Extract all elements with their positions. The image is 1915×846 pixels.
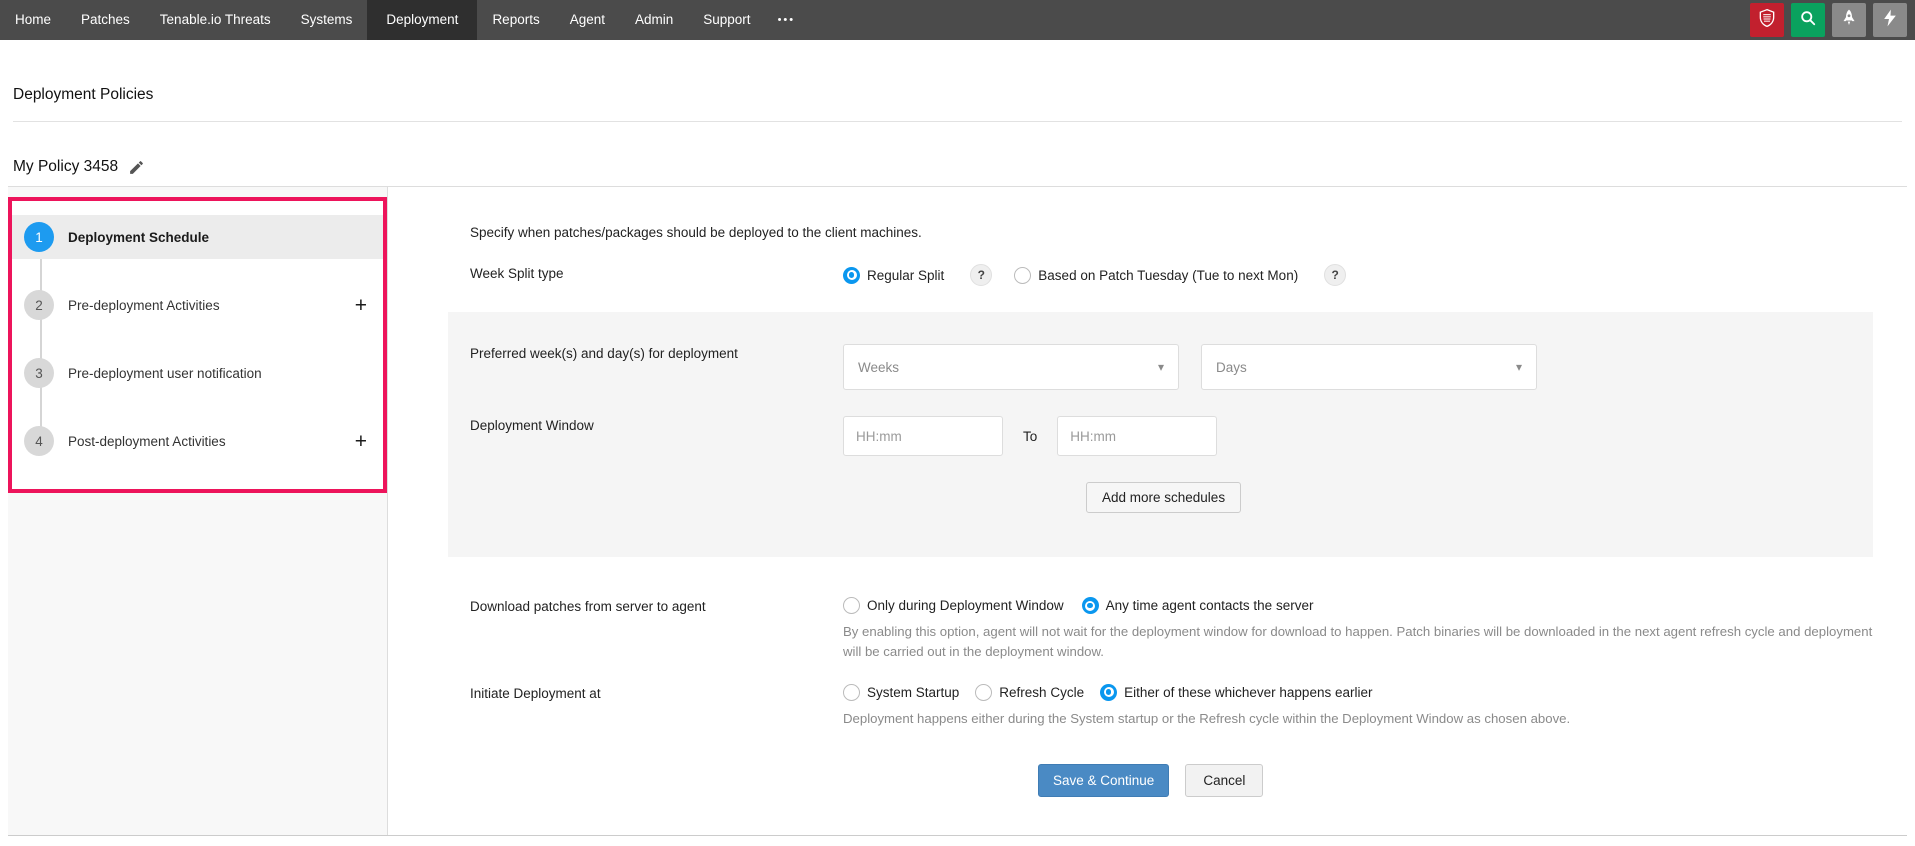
shield-icon — [1757, 8, 1777, 33]
steps-highlight-panel: 1 Deployment Schedule 2 Pre-deployment A… — [8, 197, 387, 493]
help-icon[interactable]: ? — [1324, 264, 1346, 286]
step-post-deployment-activities[interactable]: 4 Post-deployment Activities + — [12, 419, 383, 463]
step-number-badge: 1 — [24, 222, 54, 252]
step-pre-deployment-user-notification[interactable]: 3 Pre-deployment user notification — [12, 351, 383, 395]
radio-patch-tuesday[interactable]: Based on Patch Tuesday (Tue to next Mon) — [1014, 267, 1298, 284]
preferred-week-day-label: Preferred week(s) and day(s) for deploym… — [448, 344, 843, 361]
nav-icon-tray — [1750, 0, 1915, 40]
step-label: Deployment Schedule — [68, 230, 209, 245]
search-button[interactable] — [1791, 3, 1825, 37]
page-header: Deployment Policies — [0, 40, 1915, 122]
save-continue-button[interactable]: Save & Continue — [1038, 764, 1169, 797]
step-label: Pre-deployment Activities — [68, 298, 220, 313]
initiate-deployment-label: Initiate Deployment at — [448, 684, 843, 701]
radio-selected-icon[interactable] — [843, 267, 860, 284]
download-patches-label: Download patches from server to agent — [448, 597, 843, 614]
schedule-panel: Preferred week(s) and day(s) for deploym… — [448, 312, 1873, 557]
window-to-label: To — [1023, 429, 1037, 444]
nav-item-admin[interactable]: Admin — [620, 0, 688, 40]
radio-label: Only during Deployment Window — [867, 598, 1064, 613]
download-helper-text: By enabling this option, agent will not … — [843, 622, 1873, 662]
days-dropdown[interactable]: Days ▾ — [1201, 344, 1537, 390]
radio-unselected-icon[interactable] — [975, 684, 992, 701]
days-dropdown-value: Days — [1216, 360, 1247, 375]
steps-sidebar: 1 Deployment Schedule 2 Pre-deployment A… — [8, 187, 388, 835]
nav-item-agent[interactable]: Agent — [555, 0, 620, 40]
rocket-icon — [1839, 8, 1859, 33]
add-schedules-row: Add more schedules — [448, 482, 1873, 513]
step-number-badge: 4 — [24, 426, 54, 456]
radio-regular-split[interactable]: Regular Split — [843, 267, 944, 284]
security-shield-button[interactable] — [1750, 3, 1784, 37]
step-number-badge: 3 — [24, 358, 54, 388]
step-pre-deployment-activities[interactable]: 2 Pre-deployment Activities + — [12, 283, 383, 327]
add-icon[interactable]: + — [355, 295, 367, 316]
deployment-schedule-form: Specify when patches/packages should be … — [388, 187, 1907, 835]
help-icon[interactable]: ? — [970, 264, 992, 286]
page-title: Deployment Policies — [13, 86, 1902, 104]
weeks-dropdown-value: Weeks — [858, 360, 899, 375]
radio-only-during-window[interactable]: Only during Deployment Window — [843, 597, 1064, 614]
radio-label: Based on Patch Tuesday (Tue to next Mon) — [1038, 268, 1298, 283]
step-label: Pre-deployment user notification — [68, 366, 262, 381]
weeks-dropdown[interactable]: Weeks ▾ — [843, 344, 1179, 390]
radio-label: Any time agent contacts the server — [1106, 598, 1314, 613]
cancel-button[interactable]: Cancel — [1185, 764, 1263, 797]
nav-item-support[interactable]: Support — [688, 0, 765, 40]
title-divider — [13, 121, 1902, 122]
week-split-label: Week Split type — [448, 264, 843, 281]
radio-any-time-agent-contacts[interactable]: Any time agent contacts the server — [1082, 597, 1314, 614]
edit-policy-name-icon[interactable] — [128, 159, 145, 176]
form-actions: Save & Continue Cancel — [1038, 764, 1873, 797]
policy-name: My Policy 3458 — [13, 158, 118, 176]
nav-item-deployment[interactable]: Deployment — [367, 0, 477, 40]
policy-name-row: My Policy 3458 — [13, 158, 1902, 176]
radio-unselected-icon[interactable] — [843, 684, 860, 701]
radio-unselected-icon[interactable] — [843, 597, 860, 614]
top-nav: Home Patches Tenable.io Threats Systems … — [0, 0, 1915, 40]
chevron-down-icon: ▾ — [1516, 360, 1522, 374]
more-menu-icon[interactable]: ••• — [766, 0, 808, 40]
window-start-time-input[interactable] — [843, 416, 1003, 456]
window-end-time-input[interactable] — [1057, 416, 1217, 456]
deployment-window-row: Deployment Window To — [448, 416, 1873, 456]
search-icon — [1798, 8, 1818, 33]
policy-content: 1 Deployment Schedule 2 Pre-deployment A… — [8, 186, 1907, 836]
radio-system-startup[interactable]: System Startup — [843, 684, 959, 701]
radio-selected-icon[interactable] — [1082, 597, 1099, 614]
radio-either-earlier[interactable]: Either of these whichever happens earlie… — [1100, 684, 1372, 701]
nav-item-systems[interactable]: Systems — [286, 0, 368, 40]
add-more-schedules-button[interactable]: Add more schedules — [1086, 482, 1241, 513]
step-connector-line — [40, 237, 42, 441]
deployment-window-label: Deployment Window — [448, 416, 843, 433]
preferred-week-day-row: Preferred week(s) and day(s) for deploym… — [448, 344, 1873, 390]
form-intro-text: Specify when patches/packages should be … — [448, 225, 1873, 240]
quick-actions-button[interactable] — [1873, 3, 1907, 37]
add-icon[interactable]: + — [355, 431, 367, 452]
radio-selected-icon[interactable] — [1100, 684, 1117, 701]
radio-unselected-icon[interactable] — [1014, 267, 1031, 284]
nav-item-home[interactable]: Home — [0, 0, 66, 40]
radio-label: Refresh Cycle — [999, 685, 1084, 700]
radio-label: System Startup — [867, 685, 959, 700]
download-patches-row: Download patches from server to agent On… — [448, 597, 1873, 662]
radio-label: Regular Split — [867, 268, 944, 283]
nav-item-patches[interactable]: Patches — [66, 0, 145, 40]
initiate-deployment-row: Initiate Deployment at System Startup Re… — [448, 684, 1873, 729]
nav-item-reports[interactable]: Reports — [477, 0, 554, 40]
chevron-down-icon: ▾ — [1158, 360, 1164, 374]
initiate-helper-text: Deployment happens either during the Sys… — [843, 709, 1570, 729]
radio-label: Either of these whichever happens earlie… — [1124, 685, 1372, 700]
whats-new-button[interactable] — [1832, 3, 1866, 37]
lightning-icon — [1880, 8, 1900, 33]
nav-item-tenable-threats[interactable]: Tenable.io Threats — [145, 0, 286, 40]
week-split-row: Week Split type Regular Split ? Based on… — [448, 264, 1873, 286]
step-number-badge: 2 — [24, 290, 54, 320]
step-deployment-schedule[interactable]: 1 Deployment Schedule — [12, 215, 383, 259]
radio-refresh-cycle[interactable]: Refresh Cycle — [975, 684, 1084, 701]
step-label: Post-deployment Activities — [68, 434, 226, 449]
